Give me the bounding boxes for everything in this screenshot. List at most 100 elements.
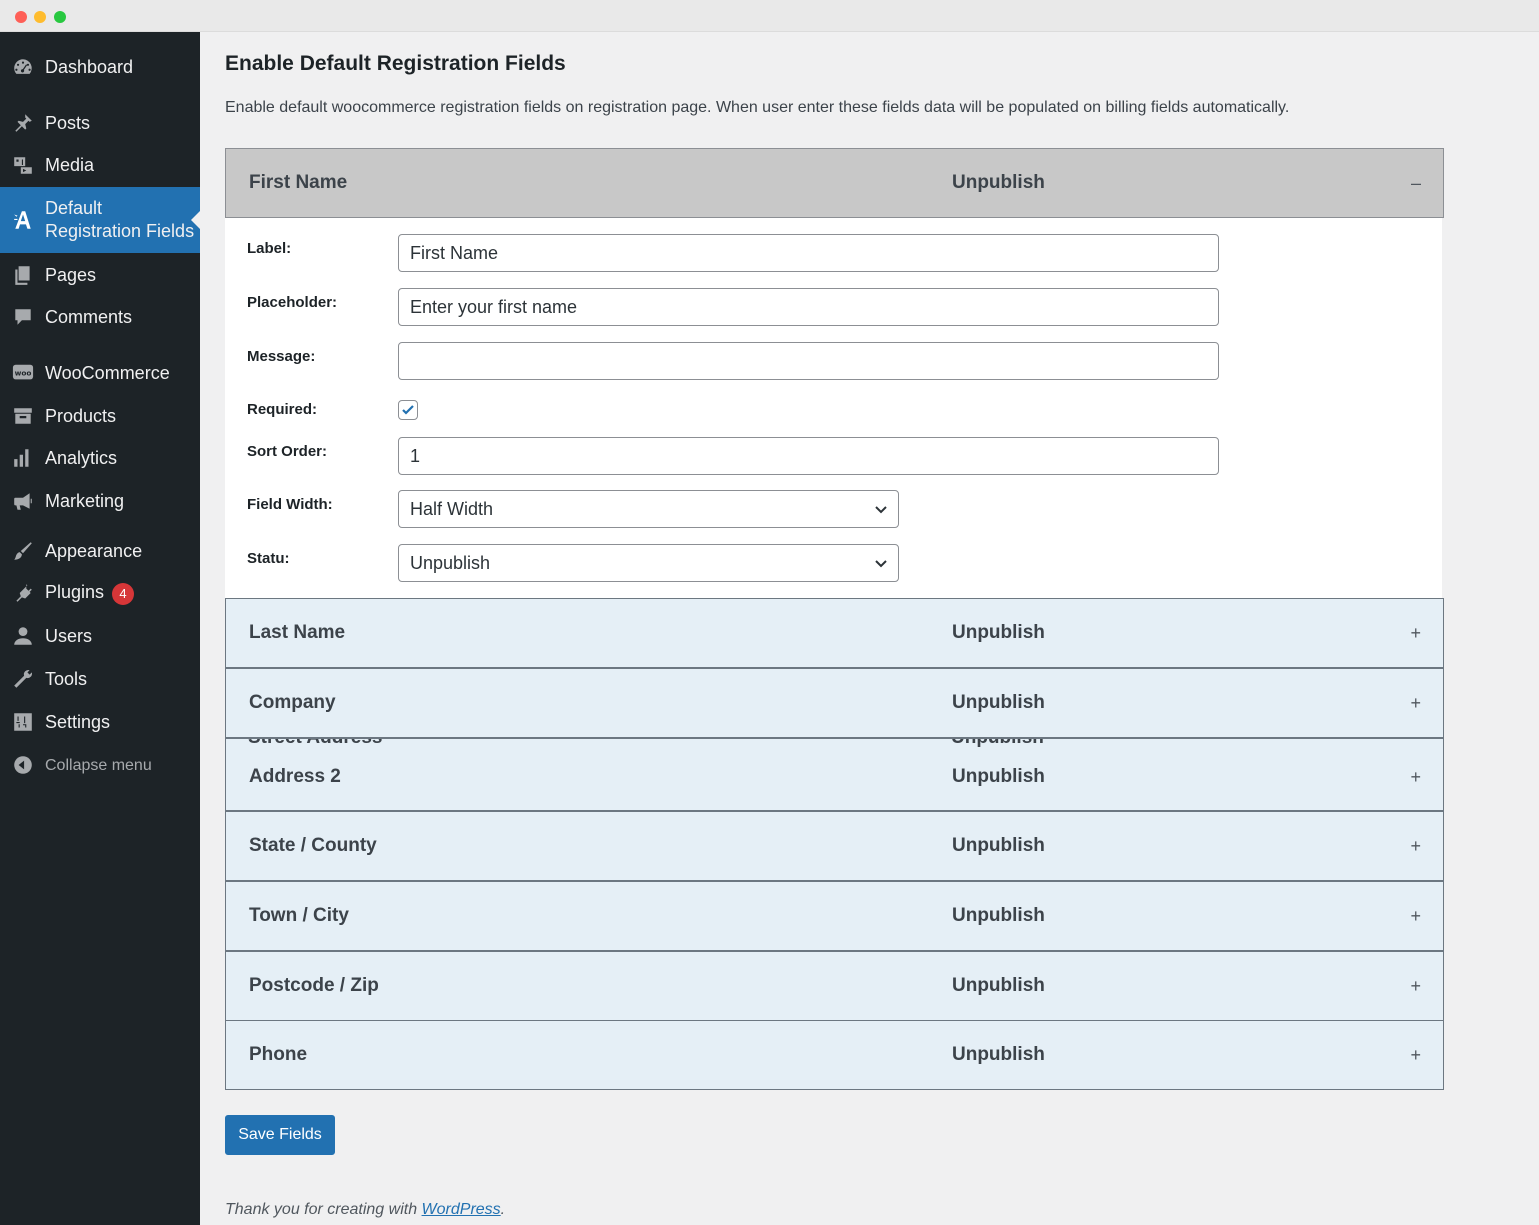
field-width-select[interactable]: Half Width — [398, 490, 899, 528]
archive-icon — [11, 404, 35, 428]
close-window-button[interactable] — [15, 11, 27, 23]
collapse-icon[interactable]: – — [1411, 149, 1421, 217]
accordion-header-postcode-zip[interactable]: Postcode / Zip Unpublish + — [225, 951, 1444, 1021]
field-status: Unpublish — [951, 739, 1044, 749]
comment-icon — [11, 305, 35, 329]
sort-order-input[interactable]: 1 — [398, 437, 1219, 475]
sidebar-item-tools[interactable]: Tools — [0, 658, 200, 700]
label-field-label: Label: — [247, 240, 292, 257]
message-field-label: Message: — [247, 348, 316, 365]
sort-order-field-label: Sort Order: — [247, 443, 328, 460]
field-name: Last Name — [249, 622, 346, 643]
placeholder-field-label: Placeholder: — [247, 294, 338, 311]
megaphone-icon — [11, 489, 35, 513]
expand-icon[interactable]: + — [1410, 599, 1421, 667]
field-width-field-label: Field Width: — [247, 496, 333, 513]
expand-icon[interactable]: + — [1410, 669, 1421, 737]
field-status: Unpublish — [952, 905, 1045, 926]
status-field-label: Statu: — [247, 550, 290, 567]
field-name: Town / City — [249, 905, 349, 926]
field-status: Unpublish — [952, 975, 1045, 996]
sidebar-item-pages[interactable]: Pages — [0, 254, 200, 296]
accordion-header-town-city[interactable]: Town / City Unpublish + — [225, 881, 1444, 951]
field-name: Postcode / Zip — [249, 975, 379, 996]
field-width-selected-value: Half Width — [410, 499, 494, 519]
accordion-body-first-name: Label: First Name Placeholder: Enter you… — [225, 218, 1442, 598]
collapse-arrow-icon — [11, 753, 35, 777]
required-field-label: Required: — [247, 401, 318, 418]
field-status: Unpublish — [952, 692, 1045, 713]
sidebar-item-default-registration-fields[interactable]: Default Registration Fields — [0, 187, 200, 253]
main-content: Enable Default Registration Fields Enabl… — [200, 32, 1539, 1225]
plug-icon — [11, 581, 35, 605]
sidebar-item-label: Plugins — [45, 582, 105, 603]
field-name: Address 2 — [249, 766, 341, 787]
accordion-header-company[interactable]: Company Unpublish + — [225, 668, 1444, 738]
field-status: Unpublish — [952, 622, 1045, 643]
sidebar-item-products[interactable]: Products — [0, 395, 200, 437]
wordpress-link[interactable]: WordPress — [422, 1201, 501, 1218]
bar-chart-icon — [11, 446, 35, 470]
status-select[interactable]: Unpublish — [398, 544, 899, 582]
field-name: Phone — [249, 1044, 308, 1065]
overlapped-accordion-header-street-address: Street Address Unpublish — [225, 739, 1444, 753]
accordion-header-state-county[interactable]: State / County Unpublish + — [225, 811, 1444, 881]
woo-icon: woo — [11, 361, 35, 385]
sidebar-item-appearance[interactable]: Appearance — [0, 530, 200, 572]
settings-icon — [11, 710, 35, 734]
save-fields-button[interactable]: Save Fields — [225, 1115, 335, 1155]
placeholder-input[interactable]: Enter your first name — [398, 288, 1219, 326]
media-icon — [11, 153, 35, 177]
expand-icon[interactable]: + — [1410, 743, 1421, 811]
accordion-header-phone[interactable]: Phone Unpublish + — [225, 1020, 1444, 1090]
sidebar-item-posts[interactable]: Posts — [0, 102, 200, 144]
message-input[interactable] — [398, 342, 1219, 380]
field-name: Company — [249, 692, 336, 713]
collapse-menu-button[interactable]: Collapse menu — [0, 744, 200, 786]
field-name: First Name — [249, 172, 348, 193]
field-status: Unpublish — [952, 766, 1045, 787]
sidebar-item-label-line2: Registration Fields — [45, 221, 195, 241]
sidebar-item-media[interactable]: Media — [0, 144, 200, 186]
label-input[interactable]: First Name — [398, 234, 1219, 272]
sidebar-item-dashboard[interactable]: Dashboard — [0, 44, 200, 90]
sidebar-item-users[interactable]: Users — [0, 615, 200, 657]
dashboard-icon — [11, 55, 35, 79]
expand-icon[interactable]: + — [1410, 812, 1421, 880]
field-name: Street Address — [248, 739, 382, 749]
field-status: Unpublish — [952, 172, 1045, 193]
page-description: Enable default woocommerce registration … — [225, 99, 1290, 116]
expand-icon[interactable]: + — [1410, 952, 1421, 1020]
page-title: Enable Default Registration Fields — [225, 52, 566, 75]
sidebar-item-settings[interactable]: Settings — [0, 701, 200, 743]
chevron-down-icon — [875, 506, 887, 514]
expand-icon[interactable]: + — [1410, 1021, 1421, 1089]
field-status: Unpublish — [952, 1044, 1045, 1065]
status-selected-value: Unpublish — [410, 553, 491, 573]
sidebar-item-plugins[interactable]: Plugins 4 — [0, 572, 200, 614]
accordion-header-first-name[interactable]: First Name Unpublish – — [225, 148, 1444, 218]
user-icon — [11, 624, 35, 648]
required-checkbox[interactable] — [398, 400, 418, 420]
maximize-window-button[interactable] — [54, 11, 66, 23]
svg-text:woo: woo — [15, 368, 32, 377]
update-count-badge: 4 — [112, 582, 135, 605]
sidebar-item-comments[interactable]: Comments — [0, 296, 200, 338]
chevron-down-icon — [875, 560, 887, 568]
minimize-window-button[interactable] — [34, 11, 46, 23]
pin-icon — [11, 111, 35, 135]
footer-suffix: . — [500, 1201, 506, 1218]
pages-icon — [11, 263, 35, 287]
expand-icon[interactable]: + — [1410, 882, 1421, 950]
sidebar-item-label-line1: Default — [45, 198, 103, 218]
sidebar-item-analytics[interactable]: Analytics — [0, 437, 200, 479]
accordion-header-last-name[interactable]: Last Name Unpublish + — [225, 598, 1444, 668]
footer-text: Thank you for creating with — [225, 1201, 422, 1218]
admin-footer: Thank you for creating with WordPress. — [225, 1201, 505, 1219]
sidebar-item-woocommerce[interactable]: woo WooCommerce — [0, 352, 200, 394]
sidebar-item-marketing[interactable]: Marketing — [0, 480, 200, 522]
window-titlebar — [0, 0, 1539, 32]
field-name: State / County — [249, 835, 377, 856]
brush-icon — [11, 539, 35, 563]
wrench-icon — [11, 667, 35, 691]
